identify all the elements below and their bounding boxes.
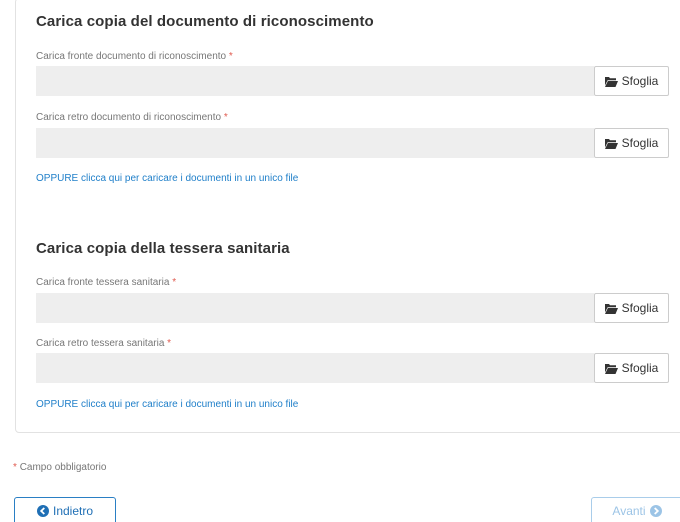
health-front-upload: Sfoglia (36, 293, 669, 323)
health-front-file-input[interactable] (36, 293, 594, 323)
browse-label: Sfoglia (621, 301, 659, 315)
doc-front-upload: Sfoglia (36, 66, 669, 96)
health-section-title: Carica copia della tessera sanitaria (36, 240, 290, 257)
health-front-browse-button[interactable]: Sfoglia (594, 293, 669, 323)
health-back-label-text: Carica retro tessera sanitaria (36, 338, 165, 349)
doc-section-title: Carica copia del documento di riconoscim… (36, 13, 374, 30)
doc-back-file-input[interactable] (36, 128, 594, 158)
arrow-left-circle-icon (36, 505, 49, 517)
doc-front-browse-button[interactable]: Sfoglia (594, 66, 669, 96)
doc-back-label: Carica retro documento di riconoscimento… (36, 112, 228, 123)
required-marker: * (172, 277, 177, 288)
doc-back-browse-button[interactable]: Sfoglia (594, 128, 669, 158)
health-back-upload: Sfoglia (36, 353, 669, 383)
doc-front-label-text: Carica fronte documento di riconosciment… (36, 51, 227, 62)
browse-label: Sfoglia (621, 74, 659, 88)
browse-label: Sfoglia (621, 361, 659, 375)
required-marker: * (13, 462, 17, 473)
required-marker: * (228, 51, 233, 62)
required-field-note: * Campo obbligatorio (13, 462, 106, 473)
browse-label: Sfoglia (621, 136, 659, 150)
health-back-browse-button[interactable]: Sfoglia (594, 353, 669, 383)
health-front-label-text: Carica fronte tessera sanitaria (36, 277, 170, 288)
back-button[interactable]: Indietro (14, 497, 116, 522)
doc-back-upload: Sfoglia (36, 128, 669, 158)
folder-open-icon (604, 303, 618, 314)
doc-front-label: Carica fronte documento di riconosciment… (36, 51, 233, 62)
required-marker: * (223, 112, 228, 123)
next-button[interactable]: Avanti (591, 497, 680, 522)
folder-open-icon (604, 76, 618, 87)
back-button-label: Indietro (52, 504, 94, 518)
folder-open-icon (604, 363, 618, 374)
folder-open-icon (604, 138, 618, 149)
doc-front-file-input[interactable] (36, 66, 594, 96)
doc-back-label-text: Carica retro documento di riconoscimento (36, 112, 222, 123)
health-back-file-input[interactable] (36, 353, 594, 383)
required-marker: * (167, 338, 172, 349)
next-button-label: Avanti (612, 504, 646, 518)
required-note-text: Campo obbligatorio (19, 462, 107, 473)
health-back-label: Carica retro tessera sanitaria * (36, 338, 171, 349)
health-single-file-link[interactable]: OPPURE clicca qui per caricare i documen… (36, 399, 298, 410)
doc-single-file-link[interactable]: OPPURE clicca qui per caricare i documen… (36, 173, 298, 184)
arrow-right-circle-icon (649, 505, 662, 517)
health-front-label: Carica fronte tessera sanitaria * (36, 277, 176, 288)
